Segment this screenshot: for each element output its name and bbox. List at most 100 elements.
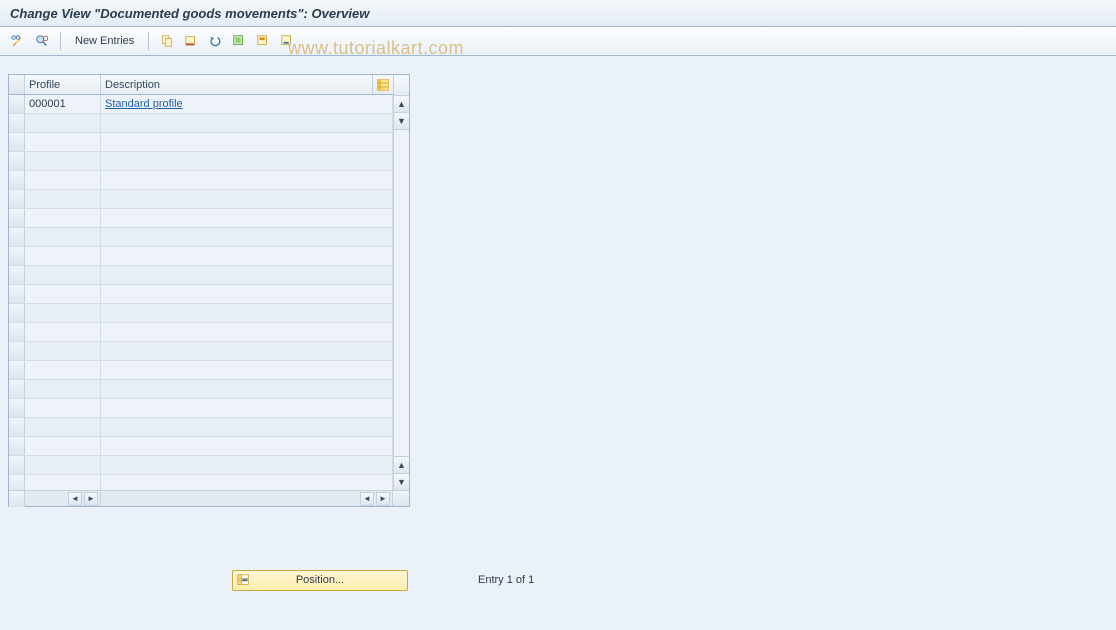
column-header-description[interactable]: Description	[101, 75, 373, 94]
scroll-up-step-button[interactable]: ▲	[394, 456, 409, 473]
row-selector[interactable]	[9, 209, 25, 227]
position-button-label: Position...	[296, 574, 344, 586]
row-selector[interactable]	[9, 323, 25, 341]
cell-profile	[25, 114, 101, 132]
table-row	[9, 285, 393, 304]
description-link[interactable]: Standard profile	[105, 98, 183, 110]
row-selector[interactable]	[9, 114, 25, 132]
toggle-display-change-button[interactable]	[8, 31, 28, 51]
delete-button[interactable]	[181, 31, 201, 51]
table-row	[9, 152, 393, 171]
column-header-profile-label: Profile	[29, 79, 60, 91]
table-row	[9, 380, 393, 399]
row-selector[interactable]	[9, 95, 25, 113]
row-selector[interactable]	[9, 152, 25, 170]
table-row	[9, 399, 393, 418]
cell-profile	[25, 399, 101, 417]
table-config-icon	[377, 79, 389, 91]
row-selector[interactable]	[9, 342, 25, 360]
position-icon	[237, 573, 251, 587]
cell-profile[interactable]: 000001	[25, 95, 101, 113]
table-frame: Profile Description 000001Stan	[8, 74, 410, 507]
row-selector[interactable]	[9, 190, 25, 208]
title-bar: Change View "Documented goods movements"…	[0, 0, 1116, 27]
row-selector[interactable]	[9, 247, 25, 265]
hscroll-desc-left[interactable]: ◄	[360, 492, 374, 506]
table-row	[9, 418, 393, 437]
cell-profile	[25, 323, 101, 341]
row-selector[interactable]	[9, 475, 25, 490]
position-button[interactable]: Position...	[232, 570, 408, 591]
table-row	[9, 114, 393, 133]
hscroll-corner-right	[392, 491, 409, 506]
cell-description	[101, 304, 393, 322]
row-selector[interactable]	[9, 456, 25, 474]
cell-profile	[25, 266, 101, 284]
scroll-down-button[interactable]: ▼	[394, 473, 409, 490]
column-header-profile[interactable]: Profile	[25, 75, 101, 94]
table-row	[9, 133, 393, 152]
cell-profile	[25, 171, 101, 189]
table-settings-button[interactable]	[373, 75, 393, 94]
select-all-icon	[232, 34, 246, 48]
cell-description	[101, 133, 393, 151]
row-selector-header[interactable]	[9, 75, 25, 94]
cell-profile	[25, 456, 101, 474]
table-row	[9, 171, 393, 190]
deselect-all-button[interactable]	[277, 31, 297, 51]
table-row	[9, 342, 393, 361]
table-row	[9, 456, 393, 475]
row-selector[interactable]	[9, 418, 25, 436]
toolbar-separator	[60, 32, 61, 50]
hscroll-profile-right[interactable]: ►	[84, 492, 98, 506]
select-all-button[interactable]	[229, 31, 249, 51]
row-selector[interactable]	[9, 171, 25, 189]
new-entries-button[interactable]: New Entries	[69, 31, 140, 51]
hscroll-desc-right[interactable]: ►	[376, 492, 390, 506]
cell-profile	[25, 304, 101, 322]
vertical-scrollbar[interactable]: ▲ ▼ ▲ ▼	[393, 75, 409, 490]
row-selector[interactable]	[9, 361, 25, 379]
table-row	[9, 304, 393, 323]
cell-profile	[25, 418, 101, 436]
cell-profile	[25, 228, 101, 246]
scroll-up-button[interactable]: ▲	[394, 96, 409, 113]
table-row: 000001 Standard profile	[9, 95, 393, 114]
undo-change-button[interactable]	[205, 31, 225, 51]
row-selector[interactable]	[9, 266, 25, 284]
cell-profile	[25, 361, 101, 379]
row-selector[interactable]	[9, 437, 25, 455]
cell-profile	[25, 437, 101, 455]
row-selector[interactable]	[9, 228, 25, 246]
select-block-button[interactable]	[253, 31, 273, 51]
hscroll-profile-left[interactable]: ◄	[68, 492, 82, 506]
table-row	[9, 247, 393, 266]
cell-profile	[25, 475, 101, 490]
row-selector[interactable]	[9, 380, 25, 398]
other-view-button[interactable]	[32, 31, 52, 51]
row-selector[interactable]	[9, 304, 25, 322]
cell-description[interactable]: Standard profile	[101, 95, 393, 113]
hscroll-profile-col: ◄ ►	[25, 491, 101, 506]
table-row	[9, 475, 393, 490]
content-area: Profile Description 000001Stan	[0, 56, 1116, 507]
copy-as-button[interactable]	[157, 31, 177, 51]
row-selector[interactable]	[9, 399, 25, 417]
toolbar-separator	[148, 32, 149, 50]
table-row	[9, 228, 393, 247]
scroll-down-step-button[interactable]: ▼	[394, 113, 409, 130]
undo-icon	[208, 34, 222, 48]
table-row	[9, 323, 393, 342]
cell-description	[101, 228, 393, 246]
select-block-icon	[256, 34, 270, 48]
cell-profile	[25, 342, 101, 360]
table-header-row: Profile Description	[9, 75, 393, 95]
cell-description	[101, 418, 393, 436]
toolbar: New Entries	[0, 27, 1116, 56]
cell-description	[101, 342, 393, 360]
pencil-glasses-icon	[11, 34, 25, 48]
cell-description	[101, 437, 393, 455]
scroll-track[interactable]	[394, 130, 409, 456]
row-selector[interactable]	[9, 133, 25, 151]
row-selector[interactable]	[9, 285, 25, 303]
